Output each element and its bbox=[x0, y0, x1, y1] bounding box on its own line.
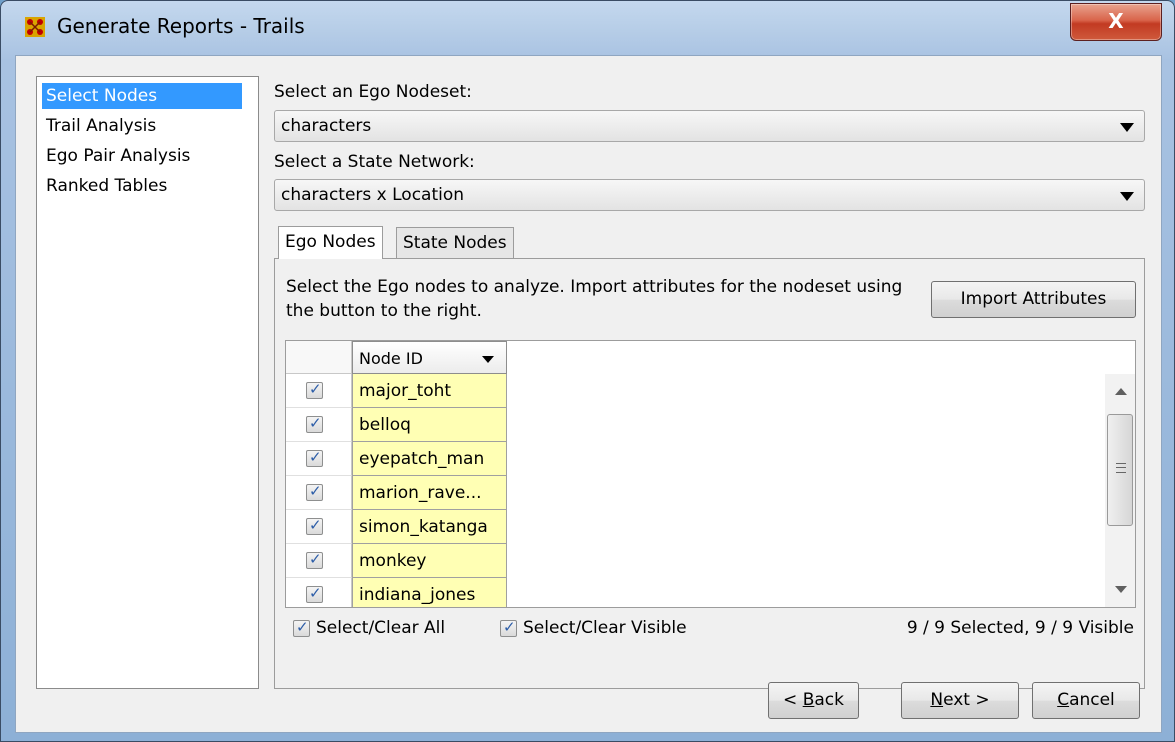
select-clear-all-checkbox[interactable]: Select/Clear All bbox=[293, 618, 445, 638]
sort-down-icon bbox=[482, 356, 494, 363]
back-mnemonic: B bbox=[802, 690, 815, 710]
checkbox-icon bbox=[500, 618, 517, 637]
table-row[interactable]: eyepatch_man bbox=[286, 442, 507, 476]
cancel-button[interactable]: Cancel bbox=[1032, 682, 1140, 719]
row-checkbox-cell bbox=[286, 408, 352, 442]
node-id-cell[interactable]: monkey bbox=[352, 544, 507, 578]
title-bar[interactable]: Generate Reports - Trails X bbox=[1, 1, 1174, 53]
window-title: Generate Reports - Trails bbox=[57, 14, 305, 38]
row-checkbox-cell bbox=[286, 476, 352, 510]
row-checkbox-cell bbox=[286, 578, 352, 607]
row-checkbox-cell bbox=[286, 374, 352, 408]
node-table: Node ID major_toht belloq eyepatch_man bbox=[285, 340, 1136, 608]
node-id-cell[interactable]: simon_katanga bbox=[352, 510, 507, 544]
state-network-select[interactable]: characters x Location bbox=[274, 179, 1145, 211]
import-attributes-button[interactable]: Import Attributes bbox=[931, 281, 1136, 318]
close-button[interactable]: X bbox=[1070, 3, 1162, 41]
dialog-window: Generate Reports - Trails X Select Nodes… bbox=[0, 0, 1175, 742]
node-id-cell[interactable]: belloq bbox=[352, 408, 507, 442]
node-id-column-header[interactable]: Node ID bbox=[352, 341, 507, 374]
dialog-content: Select Nodes Trail Analysis Ego Pair Ana… bbox=[15, 55, 1162, 733]
table-row[interactable]: belloq bbox=[286, 408, 507, 442]
select-clear-all-label: Select/Clear All bbox=[316, 618, 446, 638]
state-network-label: Select a State Network: bbox=[274, 152, 475, 172]
checkbox-column-header bbox=[286, 341, 352, 374]
grip-icon bbox=[1116, 463, 1126, 473]
table-row[interactable]: marion_rave... bbox=[286, 476, 507, 510]
node-id-cell[interactable]: eyepatch_man bbox=[352, 442, 507, 476]
step-item-ego-pair-analysis[interactable]: Ego Pair Analysis bbox=[42, 143, 194, 169]
vertical-scrollbar[interactable] bbox=[1105, 374, 1135, 607]
step-item-ranked-tables[interactable]: Ranked Tables bbox=[42, 173, 171, 199]
row-checkbox-cell bbox=[286, 544, 352, 578]
step-list[interactable]: Select Nodes Trail Analysis Ego Pair Ana… bbox=[36, 76, 259, 689]
row-checkbox[interactable] bbox=[306, 550, 323, 569]
state-network-value: characters x Location bbox=[281, 185, 465, 205]
next-mnemonic: N bbox=[930, 690, 944, 710]
next-button[interactable]: Next > bbox=[901, 682, 1019, 719]
step-item-select-nodes[interactable]: Select Nodes bbox=[42, 83, 242, 109]
row-checkbox[interactable] bbox=[306, 516, 323, 535]
app-icon bbox=[25, 17, 45, 37]
chevron-down-icon bbox=[1120, 123, 1134, 132]
panel-description: Select the Ego nodes to analyze. Import … bbox=[286, 277, 903, 321]
node-id-cell[interactable]: indiana_jones bbox=[352, 578, 507, 607]
row-checkbox-cell bbox=[286, 442, 352, 476]
chevron-down-icon bbox=[1120, 192, 1134, 201]
tab-ego-nodes[interactable]: Ego Nodes bbox=[278, 226, 383, 259]
select-clear-visible-checkbox[interactable]: Select/Clear Visible bbox=[500, 618, 687, 638]
cancel-rest: ancel bbox=[1069, 690, 1115, 710]
node-id-header-label: Node ID bbox=[359, 349, 423, 368]
table-row[interactable]: indiana_jones bbox=[286, 578, 507, 607]
ego-nodeset-value: characters bbox=[281, 116, 372, 136]
ego-nodeset-label: Select an Ego Nodeset: bbox=[274, 82, 472, 102]
table-row[interactable]: monkey bbox=[286, 544, 507, 578]
back-button[interactable]: < Back bbox=[768, 682, 859, 719]
next-rest: ext > bbox=[943, 690, 990, 710]
ego-nodeset-select[interactable]: characters bbox=[274, 110, 1145, 142]
table-row[interactable]: major_toht bbox=[286, 374, 507, 408]
ego-nodes-panel: Select the Ego nodes to analyze. Import … bbox=[274, 258, 1145, 689]
cancel-mnemonic: C bbox=[1057, 690, 1070, 710]
row-checkbox[interactable] bbox=[306, 448, 323, 467]
selection-status: 9 / 9 Selected, 9 / 9 Visible bbox=[906, 618, 1134, 638]
step-item-trail-analysis[interactable]: Trail Analysis bbox=[42, 113, 160, 139]
table-row[interactable]: simon_katanga bbox=[286, 510, 507, 544]
tab-state-nodes[interactable]: State Nodes bbox=[396, 227, 514, 259]
scroll-up-icon[interactable] bbox=[1115, 388, 1127, 395]
scroll-down-icon[interactable] bbox=[1115, 586, 1127, 593]
row-checkbox[interactable] bbox=[306, 380, 323, 399]
node-id-cell[interactable]: marion_rave... bbox=[352, 476, 507, 510]
row-checkbox[interactable] bbox=[306, 482, 323, 501]
node-id-cell[interactable]: major_toht bbox=[352, 374, 507, 408]
row-checkbox-cell bbox=[286, 510, 352, 544]
row-checkbox[interactable] bbox=[306, 584, 323, 603]
back-prefix: < bbox=[783, 690, 803, 710]
select-clear-visible-label: Select/Clear Visible bbox=[523, 618, 687, 638]
scrollbar-thumb[interactable] bbox=[1107, 414, 1133, 526]
back-rest: ack bbox=[814, 690, 844, 710]
checkbox-icon bbox=[293, 618, 310, 637]
row-checkbox[interactable] bbox=[306, 414, 323, 433]
